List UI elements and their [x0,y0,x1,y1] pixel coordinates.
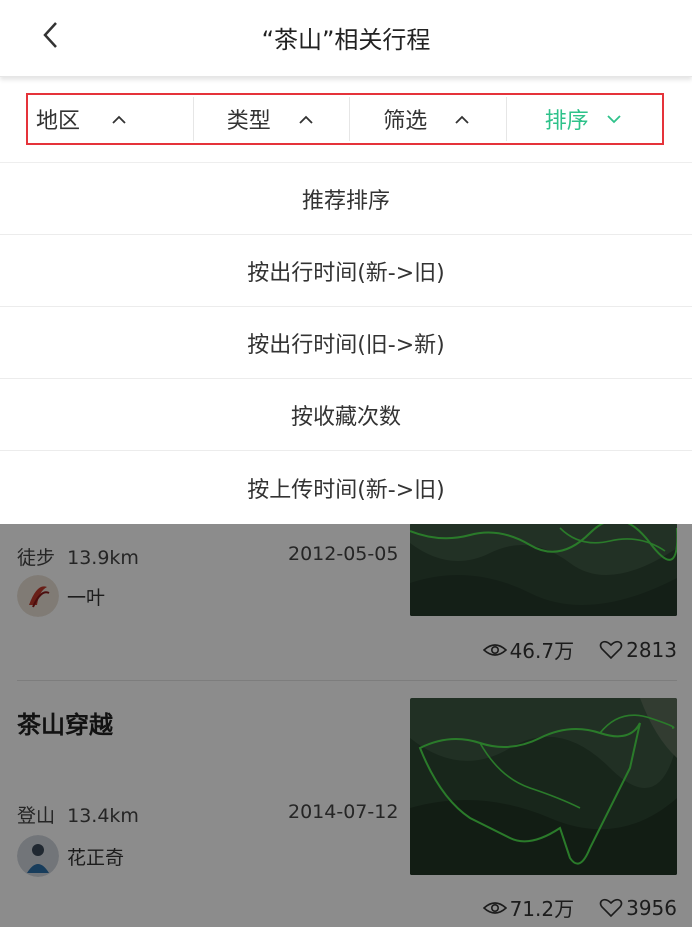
sort-option-upload-time[interactable]: 按上传时间(新->旧) [0,451,692,524]
chevron-down-icon [607,115,621,124]
filter-region-label: 地区 [36,109,81,134]
filter-type-label: 类型 [226,109,271,134]
sort-option-recommended[interactable]: 推荐排序 [0,163,692,235]
dimmed-overlay[interactable] [0,523,692,927]
filter-region[interactable]: 地区 [28,95,193,143]
sort-dropdown: 推荐排序 按出行时间(新->旧) 按出行时间(旧->新) 按收藏次数 按上传时间… [0,162,692,524]
filter-sort-label: 排序 [544,109,589,134]
filter-screen-label: 筛选 [383,109,428,134]
filter-sort[interactable]: 排序 [505,95,663,143]
page-title: “茶山”相关行程 [261,26,431,54]
filter-screen[interactable]: 筛选 [349,95,506,143]
chevron-up-icon [455,115,469,124]
chevron-up-icon [299,115,313,124]
sort-option-travel-time-old-new[interactable]: 按出行时间(旧->新) [0,307,692,379]
sort-option-favorites[interactable]: 按收藏次数 [0,379,692,451]
filter-type[interactable]: 类型 [192,95,350,143]
sort-option-travel-time-new-old[interactable]: 按出行时间(新->旧) [0,235,692,307]
top-bar: “茶山”相关行程 [0,0,692,77]
filter-bar: 地区 类型 筛选 排序 [26,93,664,145]
chevron-up-icon [112,115,126,124]
